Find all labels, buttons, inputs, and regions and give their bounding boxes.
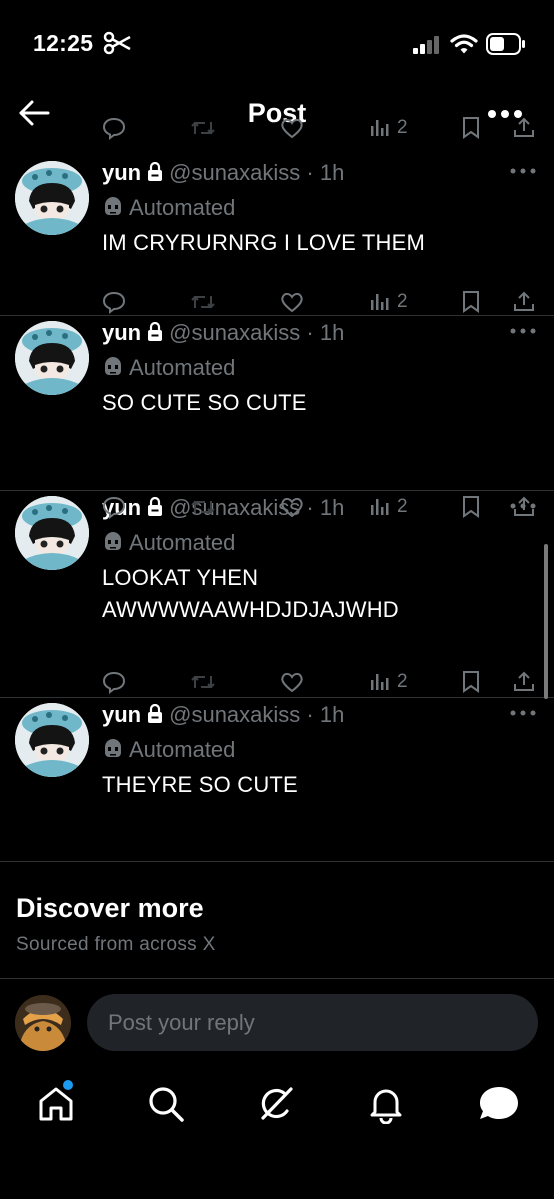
- retweet-icon[interactable]: [190, 670, 216, 699]
- user-avatar[interactable]: [15, 995, 71, 1051]
- automated-text: Automated: [129, 530, 236, 555]
- scrollbar[interactable]: [544, 544, 548, 699]
- bot-icon: [102, 195, 129, 220]
- tweet-text: IM CRYRURNRG I LOVE THEM: [102, 230, 426, 255]
- bookmark-icon[interactable]: [460, 670, 482, 699]
- reply-placeholder: Post your reply: [108, 1010, 255, 1035]
- discover-title: Discover more: [16, 893, 204, 923]
- automated-label: Automated: [102, 530, 235, 556]
- views-button[interactable]: 2: [370, 670, 408, 697]
- tweet-actions: 2: [102, 495, 534, 523]
- views-icon: [370, 499, 392, 521]
- username[interactable]: @sunaxakiss: [169, 320, 300, 345]
- tweet-header: yun @sunaxakiss · 1h: [102, 160, 344, 186]
- display-name[interactable]: yun: [102, 702, 141, 727]
- username[interactable]: @sunaxakiss: [169, 160, 300, 185]
- search-icon[interactable]: [147, 1084, 185, 1129]
- bookmark-icon[interactable]: [460, 290, 482, 319]
- timestamp[interactable]: · 1h: [306, 320, 344, 345]
- reply-icon[interactable]: [102, 116, 126, 145]
- wifi-icon: [450, 33, 478, 60]
- status-time: 12:25: [33, 30, 94, 56]
- like-icon[interactable]: [279, 670, 305, 699]
- views-count: 2: [397, 291, 408, 312]
- views-icon: [370, 120, 392, 142]
- retweet-icon[interactable]: [190, 290, 216, 319]
- retweet-icon[interactable]: [190, 116, 216, 145]
- status-bar: 12:25: [0, 0, 554, 90]
- tweet-actions: 2: [102, 290, 534, 318]
- reply-icon[interactable]: [102, 670, 126, 699]
- like-icon[interactable]: [279, 116, 305, 145]
- notification-dot: [63, 1080, 73, 1090]
- automated-text: Automated: [129, 355, 236, 380]
- views-icon: [370, 674, 392, 696]
- views-icon: [370, 294, 392, 316]
- timestamp[interactable]: · 1h: [306, 702, 344, 727]
- home-icon[interactable]: [37, 1084, 75, 1129]
- lock-icon: [141, 160, 169, 185]
- reply-icon[interactable]: [102, 495, 126, 524]
- bottom-nav: [0, 1072, 554, 1142]
- reply-bar: Post your reply: [0, 990, 554, 1056]
- tweet-actions: 2: [102, 670, 534, 698]
- display-name[interactable]: yun: [102, 160, 141, 185]
- like-icon[interactable]: [279, 495, 305, 524]
- discover-section: Discover more Sourced from across X: [16, 893, 216, 956]
- lock-icon: [141, 320, 169, 345]
- automated-label: Automated: [102, 195, 235, 221]
- divider: [0, 978, 554, 979]
- notifications-icon[interactable]: [367, 1084, 405, 1129]
- tweet-header: yun @sunaxakiss · 1h: [102, 320, 344, 346]
- avatar[interactable]: [15, 496, 89, 570]
- views-count: 2: [397, 671, 408, 692]
- share-icon[interactable]: [512, 116, 536, 145]
- tweet-row[interactable]: yun @sunaxakiss · 1h Automated SO CUTE SO C…: [0, 291, 554, 491]
- retweet-icon[interactable]: [190, 495, 216, 524]
- reply-input[interactable]: Post your reply: [87, 994, 538, 1051]
- discover-subtitle: Sourced from across X: [16, 934, 216, 955]
- share-icon[interactable]: [512, 670, 536, 699]
- bot-icon: [102, 530, 129, 555]
- avatar[interactable]: [15, 703, 89, 777]
- bookmark-icon[interactable]: [460, 495, 482, 524]
- scissors-icon: [103, 31, 133, 60]
- bookmark-icon[interactable]: [460, 116, 482, 145]
- tweet-row[interactable]: yun @sunaxakiss · 1h Automated THEYRE SO CU…: [0, 671, 554, 862]
- bot-icon: [102, 737, 129, 762]
- tweet-text: SO CUTE SO CUTE: [102, 390, 307, 415]
- avatar[interactable]: [15, 321, 89, 395]
- automated-text: Automated: [129, 737, 236, 762]
- tweet-more-icon[interactable]: [510, 322, 536, 340]
- display-name[interactable]: yun: [102, 320, 141, 345]
- views-button[interactable]: 2: [370, 290, 408, 317]
- automated-label: Automated: [102, 355, 235, 381]
- tweet-text: LOOKAT YHEN AWWWWAAWHDJDJAJWHD: [102, 565, 399, 622]
- tweet-text: THEYRE SO CUTE: [102, 772, 298, 797]
- messages-icon[interactable]: [477, 1084, 521, 1129]
- tweet-actions: 2: [102, 116, 534, 144]
- tweet-header: yun @sunaxakiss · 1h: [102, 702, 344, 728]
- share-icon[interactable]: [512, 290, 536, 319]
- timestamp[interactable]: · 1h: [306, 160, 344, 185]
- grok-icon[interactable]: [256, 1084, 296, 1129]
- views-count: 2: [397, 496, 408, 517]
- views-count: 2: [397, 117, 408, 138]
- like-icon[interactable]: [279, 290, 305, 319]
- tweet-more-icon[interactable]: [510, 704, 536, 722]
- reply-icon[interactable]: [102, 290, 126, 319]
- views-button[interactable]: 2: [370, 495, 408, 522]
- lock-icon: [141, 702, 169, 727]
- tweet-more-icon[interactable]: [510, 162, 536, 180]
- bot-icon: [102, 355, 129, 380]
- automated-text: Automated: [129, 195, 236, 220]
- share-icon[interactable]: [512, 495, 536, 524]
- avatar[interactable]: [15, 161, 89, 235]
- username[interactable]: @sunaxakiss: [169, 702, 300, 727]
- automated-label: Automated: [102, 737, 235, 763]
- views-button[interactable]: 2: [370, 116, 408, 143]
- cellular-signal-icon: [413, 36, 441, 59]
- tweet-row[interactable]: yun @sunaxakiss · 1h Automated LOOKAT YHEN …: [0, 490, 554, 698]
- battery-icon: [486, 33, 526, 60]
